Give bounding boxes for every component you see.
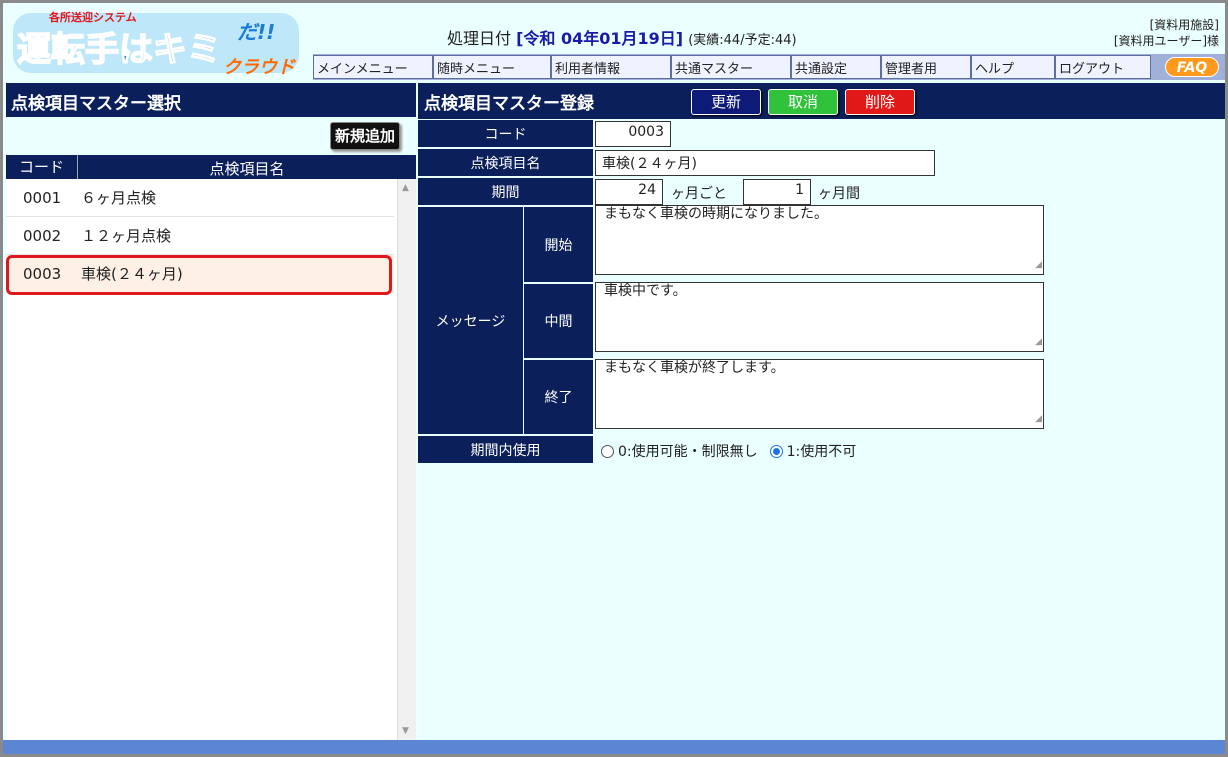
list-scrollbar[interactable]: ▲ ▼ <box>397 179 416 740</box>
date-label: 処理日付 <box>447 29 512 48</box>
code-label: コード <box>418 120 593 148</box>
menu-common-settings[interactable]: 共通設定 <box>791 55 881 79</box>
update-button[interactable]: 更新 <box>691 89 761 115</box>
span-unit: ヶ月間 <box>818 186 860 202</box>
cancel-button[interactable]: 取消 <box>768 89 838 115</box>
period-field[interactable]: 24 <box>595 179 663 205</box>
period-label: 期間 <box>418 178 593 206</box>
menu-adhoc[interactable]: 随時メニュー <box>433 55 551 79</box>
faq-button[interactable]: FAQ <box>1165 57 1219 77</box>
inspection-item-list: 0001 ６ヶ月点検 0002 １２ヶ月点検 0003 車検(２４ヶ月) ▲ ▼ <box>6 179 416 740</box>
scroll-down-arrow-icon[interactable]: ▼ <box>402 726 409 736</box>
item-code: 0001 <box>23 188 62 207</box>
middle-label: 中間 <box>524 284 593 359</box>
menu-users[interactable]: 利用者情報 <box>551 55 671 79</box>
list-header: コード 点検項目名 <box>6 155 416 179</box>
resize-grip-icon[interactable]: ◢ <box>1035 411 1042 428</box>
radio-option-1[interactable] <box>769 444 783 458</box>
left-panel-title: 点検項目マスター選択 <box>6 83 416 117</box>
col-code-header: コード <box>6 155 78 179</box>
col-name-header: 点検項目名 <box>209 160 285 178</box>
app-logo[interactable]: 各所送迎システム 運転手はキミ だ!! クラウド <box>9 5 309 79</box>
message-middle-text: 車検中です。 <box>604 283 687 299</box>
in-period-use-options: 0:使用可能・制限無し 1:使用不可 <box>601 441 868 461</box>
in-period-use-label: 期間内使用 <box>418 436 593 464</box>
message-start-textarea[interactable]: まもなく車検の時期になりました。 ◢ <box>595 205 1044 275</box>
message-end-textarea[interactable]: まもなく車検が終了します。 ◢ <box>595 359 1044 429</box>
name-field[interactable]: 車検(２４ヶ月) <box>595 150 935 176</box>
menu-admin[interactable]: 管理者用 <box>881 55 971 79</box>
inspection-item-select-panel: 点検項目マスター選択 新規追加 コード 点検項目名 0001 ６ヶ月点検 000… <box>6 83 416 740</box>
date-counts: (実績:44/予定:44) <box>688 33 797 48</box>
delete-button[interactable]: 削除 <box>845 89 915 115</box>
left-toolbar: 新規追加 <box>6 117 416 155</box>
span-field[interactable]: 1 <box>743 179 811 205</box>
scroll-up-arrow-icon[interactable]: ▲ <box>402 183 409 193</box>
code-field[interactable]: 0003 <box>595 121 671 147</box>
main-menu-bar: メインメニュー 随時メニュー 利用者情報 共通マスター 共通設定 管理者用 ヘル… <box>313 54 1225 80</box>
date-value: [令和 04年01月19日] <box>516 29 684 48</box>
message-start-text: まもなく車検の時期になりました。 <box>604 206 828 222</box>
radio-option-0[interactable] <box>601 444 614 458</box>
logo-small-text: 各所送迎システム <box>48 10 137 24</box>
name-label: 点検項目名 <box>418 149 593 177</box>
start-label: 開始 <box>524 207 593 283</box>
message-middle-textarea[interactable]: 車検中です。 ◢ <box>595 282 1044 352</box>
message-end-text: まもなく車検が終了します。 <box>604 360 785 376</box>
menu-common-master[interactable]: 共通マスター <box>671 55 791 79</box>
logo-main-text: 運転手はキミ <box>17 30 221 70</box>
message-label: メッセージ <box>418 207 523 435</box>
user-name: [資料用ユーザー]様 <box>1113 34 1219 48</box>
radio-option-1-label[interactable]: 1:使用不可 <box>787 441 857 461</box>
logo-da-text: だ!! <box>237 20 275 44</box>
period-unit: ヶ月ごと <box>671 186 727 202</box>
menu-main[interactable]: メインメニュー <box>313 55 433 79</box>
footer-bar <box>3 740 1225 754</box>
item-code: 0002 <box>23 226 62 245</box>
selection-highlight <box>6 255 392 295</box>
radio-option-0-label[interactable]: 0:使用可能・制限無し <box>618 441 758 461</box>
resize-grip-icon[interactable]: ◢ <box>1035 257 1042 274</box>
list-item[interactable]: 0001 ６ヶ月点検 <box>6 179 394 217</box>
menu-help[interactable]: ヘルプ <box>971 55 1055 79</box>
app-window: 各所送迎システム 運転手はキミ だ!! クラウド 処理日付 [令和 04年01月… <box>0 0 1228 757</box>
list-item[interactable]: 0002 １２ヶ月点検 <box>6 217 394 255</box>
header: 各所送迎システム 運転手はキミ だ!! クラウド 処理日付 [令和 04年01月… <box>3 3 1225 83</box>
menu-logout[interactable]: ログアウト <box>1055 55 1151 79</box>
item-name: ６ヶ月点検 <box>81 189 157 207</box>
facility-name: [資料用施設] <box>1149 18 1219 32</box>
logo-cloud-text: クラウド <box>223 57 296 78</box>
item-name: １２ヶ月点検 <box>81 227 172 245</box>
facility-info: [資料用施設] [資料用ユーザー]様 <box>1114 17 1219 49</box>
add-new-button[interactable]: 新規追加 <box>329 122 400 150</box>
end-label: 終了 <box>524 360 593 435</box>
processing-date: 処理日付 [令和 04年01月19日] (実績:44/予定:44) <box>447 25 797 49</box>
resize-grip-icon[interactable]: ◢ <box>1035 334 1042 351</box>
